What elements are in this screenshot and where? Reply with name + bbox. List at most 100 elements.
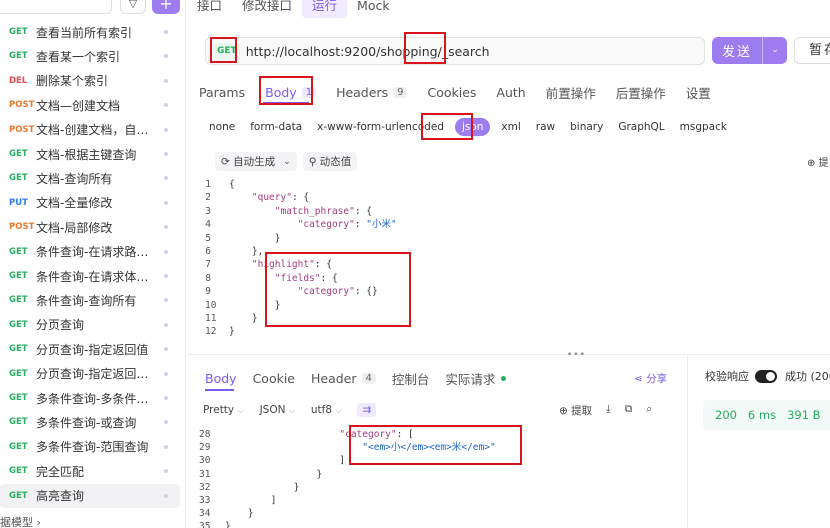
tab-post-actions[interactable]: 后置操作 — [616, 82, 666, 102]
response-body-viewer[interactable]: 28 "category": [29 "<em>小</em><em>米</em>… — [199, 428, 496, 528]
tab-label: Auth — [496, 84, 526, 100]
resp-tab-cookie[interactable]: Cookie — [253, 369, 295, 388]
sidebar-item[interactable]: GET 条件查询-在请求体中... — [0, 264, 180, 288]
response-tabs: Body Cookie Header 4 控制台 实际请求 — [205, 369, 522, 388]
success-label[interactable]: 成功 (200 — [785, 368, 830, 384]
code-line: 30 ] — [199, 454, 496, 467]
tab-cookies[interactable]: Cookies — [427, 82, 476, 102]
resp-tab-header[interactable]: Header 4 — [311, 369, 376, 388]
sidebar-item[interactable]: GET 完全匹配 — [0, 459, 180, 483]
method-badge: GET — [9, 173, 28, 184]
response-status: 200 6 ms 391 B — [703, 400, 830, 430]
copy-icon[interactable]: ⧉ — [625, 403, 633, 418]
sidebar-item[interactable]: POST 文档-创建文档，自定... — [0, 118, 180, 142]
auto-generate-button[interactable]: ⟳ 自动生成 ⌄ — [215, 152, 297, 171]
add-icon[interactable]: + — [152, 0, 180, 14]
sidebar-item[interactable]: POST 文档—创建文档 — [0, 93, 180, 117]
send-dropdown-icon[interactable]: ⌄ — [762, 37, 787, 64]
tab-settings[interactable]: 设置 — [686, 82, 711, 102]
sidebar-item[interactable]: GET 条件查询-在请求路径... — [0, 240, 180, 264]
body-type-form-data[interactable]: form-data — [250, 118, 302, 136]
search-icon[interactable]: ⌕ — [646, 403, 652, 418]
send-button-label[interactable]: 发送 — [712, 41, 762, 60]
tab-mock[interactable]: Mock — [347, 0, 400, 18]
sidebar-item[interactable]: GET 文档-查询所有 — [0, 166, 180, 190]
format-selector[interactable]: JSON ⌵ — [260, 404, 295, 416]
code-text: "fields": { — [274, 272, 338, 284]
line-number: 28 — [199, 429, 211, 440]
send-button[interactable]: 发送 ⌄ — [712, 37, 787, 64]
status-dot-icon — [164, 396, 168, 400]
method-badge: GET — [9, 295, 28, 306]
body-type-msgpack[interactable]: msgpack — [680, 118, 727, 136]
tab-interface[interactable]: 接口 — [187, 0, 232, 18]
tab-pre-actions[interactable]: 前置操作 — [546, 82, 596, 102]
dynamic-value-button[interactable]: ⚲ 动态值 — [302, 152, 358, 171]
tab-headers[interactable]: Headers 9 — [336, 82, 408, 102]
url-input[interactable]: http://localhost:9200/shopping/_search — [246, 44, 490, 59]
body-type-xml[interactable]: xml — [501, 118, 520, 136]
resp-tab-console[interactable]: 控制台 — [392, 369, 430, 388]
tab-edit-interface[interactable]: 修改接口 — [232, 0, 302, 18]
extract-button[interactable]: ⊕ 提取 — [559, 403, 592, 418]
sidebar-item[interactable]: GET 分页查询 — [0, 313, 180, 337]
validate-toggle[interactable] — [755, 369, 777, 383]
resp-tab-actual-request[interactable]: 实际请求 — [445, 369, 507, 388]
sidebar-item[interactable]: GET 多条件查询-多条件同... — [0, 386, 180, 410]
status-dot-icon — [164, 322, 168, 327]
sidebar-footer-data-model[interactable]: 据模型 › — [0, 514, 41, 528]
sidebar-item[interactable]: GET 多条件查询-或查询 — [0, 410, 180, 434]
tab-badge: 1 — [301, 86, 317, 98]
share-button[interactable]: ⋖ 分享 — [634, 371, 667, 386]
panel-splitter[interactable] — [187, 354, 830, 355]
sidebar-item[interactable]: GET 分页查询-指定返回值 — [0, 337, 180, 361]
body-type-binary[interactable]: binary — [570, 118, 603, 136]
body-type-none[interactable]: none — [209, 118, 235, 136]
extract-button[interactable]: ⊕ 提 — [807, 154, 829, 169]
code-line: 1{ — [205, 178, 397, 191]
filter-icon[interactable]: ▽ — [120, 0, 146, 14]
validate-response: 校验响应 成功 (200 — [705, 368, 830, 384]
request-body-editor[interactable]: 1{2 "query": {3 "match_phrase": {4 "cate… — [205, 178, 397, 339]
sidebar-item[interactable]: GET 分页查询-指定返回值... — [0, 362, 180, 386]
sidebar-item[interactable]: PUT 文档-全量修改 — [0, 191, 180, 215]
sidebar-item[interactable]: DEL 删除某个索引 — [0, 69, 180, 93]
tab-params[interactable]: Params — [199, 82, 245, 102]
line-number: 12 — [205, 326, 217, 338]
status-dot-icon — [164, 298, 168, 303]
sidebar-item[interactable]: GET 文档-根据主键查询 — [0, 142, 180, 166]
method-badge: GET — [9, 441, 28, 452]
url-bar[interactable]: GET http://localhost:9200/shopping/_sear… — [205, 37, 705, 65]
splitter-handle-icon[interactable]: ••• — [567, 350, 586, 360]
line-number: 10 — [205, 299, 217, 311]
tab-run[interactable]: 运行 — [302, 0, 348, 18]
method-selector[interactable]: GET — [214, 43, 240, 59]
body-type-urlencoded[interactable]: x-www-form-urlencoded — [317, 118, 444, 136]
body-type-raw[interactable]: raw — [536, 118, 555, 136]
sidebar-search-input[interactable] — [0, 0, 112, 14]
encoding-selector[interactable]: utf8 ⌵ — [311, 404, 342, 416]
sidebar-item-label: 分页查询-指定返回值... — [36, 367, 156, 382]
body-type-graphql[interactable]: GraphQL — [618, 118, 664, 136]
method-badge: GET — [9, 393, 28, 403]
sidebar-item[interactable]: POST 文档-局部修改 — [0, 215, 180, 239]
method-badge: GET — [9, 27, 28, 37]
tab-body[interactable]: Body 1 — [265, 82, 317, 102]
download-icon[interactable]: ⤓ — [606, 403, 611, 418]
sidebar-item[interactable]: GET 查看某一个索引 — [0, 44, 180, 68]
sidebar-item[interactable]: GET 条件查询-查询所有 — [0, 288, 180, 312]
active-tab-indicator — [263, 102, 309, 104]
code-line: 10 } — [205, 299, 397, 312]
code-text: } — [229, 312, 258, 324]
resp-tab-body[interactable]: Body — [205, 369, 237, 388]
status-dot-icon — [164, 469, 168, 474]
sidebar-item[interactable]: GET 高亮查询 — [0, 483, 180, 508]
sidebar-item-label: 查看某一个索引 — [36, 49, 121, 64]
pretty-selector[interactable]: Pretty ⌵ — [203, 404, 244, 416]
sidebar-item[interactable]: GET 多条件查询-范围查询 — [0, 435, 180, 459]
wrap-lines-icon[interactable]: ⇉ — [357, 403, 377, 417]
body-type-json[interactable]: json — [454, 118, 491, 136]
save-button[interactable]: 暂存 — [794, 37, 830, 64]
sidebar-item[interactable]: GET 查看当前所有索引 — [0, 20, 180, 44]
tab-auth[interactable]: Auth — [496, 82, 525, 102]
